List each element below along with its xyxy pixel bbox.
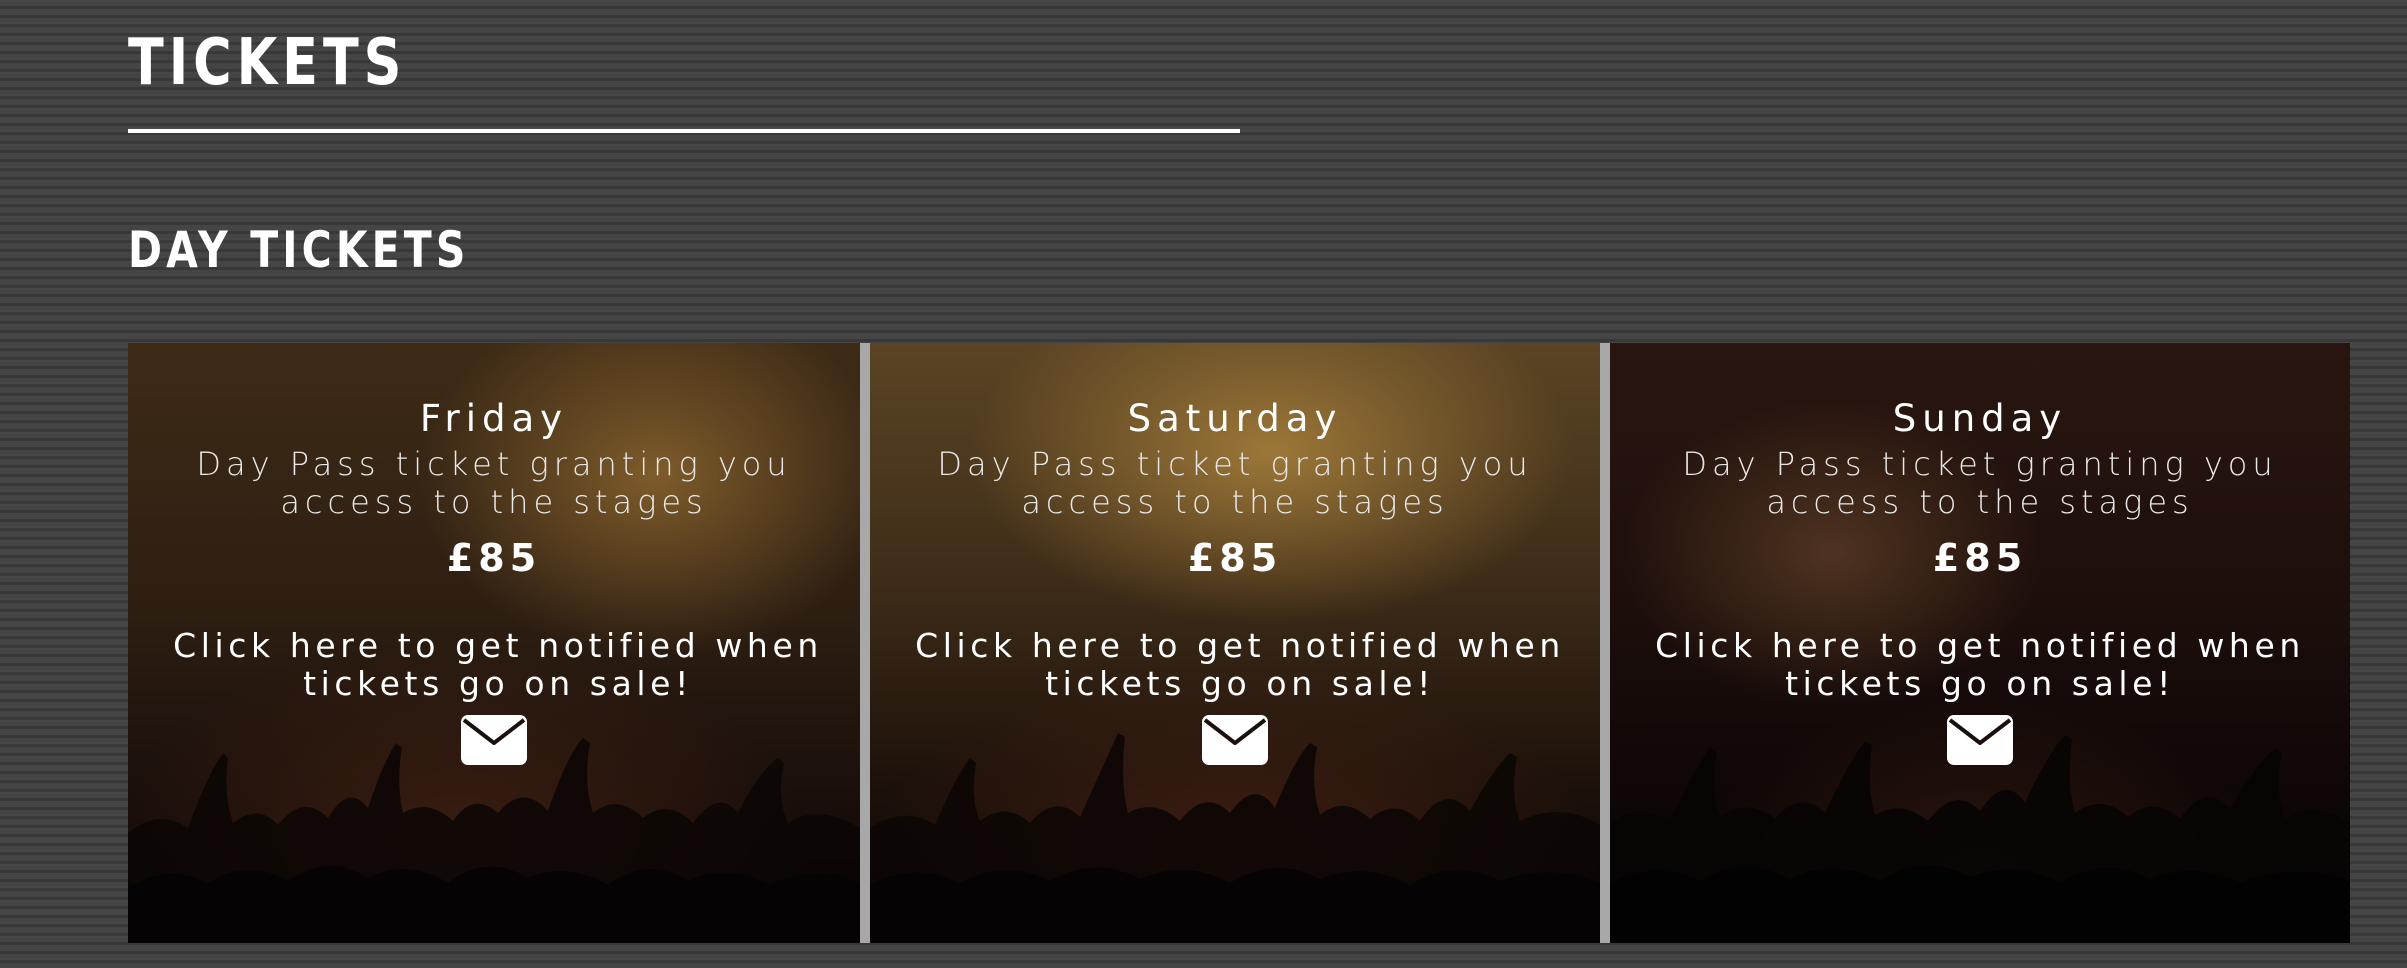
ticket-content: Friday Day Pass ticket granting you acce… bbox=[128, 395, 860, 769]
ticket-day-label: Friday bbox=[419, 397, 569, 440]
envelope-icon[interactable] bbox=[461, 715, 527, 765]
ticket-description: Day Pass ticket granting you access to t… bbox=[937, 445, 1533, 521]
title-divider bbox=[128, 129, 1240, 133]
notify-link[interactable]: Click here to get notified when tickets … bbox=[128, 627, 860, 703]
ticket-description: Day Pass ticket granting you access to t… bbox=[1682, 445, 2278, 521]
ticket-day-label: Sunday bbox=[1892, 397, 2068, 440]
ticket-price: £85 bbox=[446, 536, 542, 580]
notify-link[interactable]: Click here to get notified when tickets … bbox=[1610, 627, 2350, 703]
ticket-description: Day Pass ticket granting you access to t… bbox=[196, 445, 792, 521]
envelope-icon[interactable] bbox=[1947, 715, 2013, 765]
day-tickets-row: Friday Day Pass ticket granting you acce… bbox=[128, 343, 2350, 943]
ticket-card-friday: Friday Day Pass ticket granting you acce… bbox=[128, 343, 860, 943]
ticket-day-label: Saturday bbox=[1127, 397, 1343, 440]
section-title-day-tickets: DAY TICKETS bbox=[128, 221, 470, 279]
page-title: TICKETS bbox=[128, 26, 407, 100]
ticket-price: £85 bbox=[1187, 536, 1283, 580]
ticket-price: £85 bbox=[1932, 536, 2028, 580]
ticket-card-saturday: Saturday Day Pass ticket granting you ac… bbox=[870, 343, 1600, 943]
ticket-content: Saturday Day Pass ticket granting you ac… bbox=[870, 395, 1600, 769]
ticket-content: Sunday Day Pass ticket granting you acce… bbox=[1610, 395, 2350, 769]
ticket-card-sunday: Sunday Day Pass ticket granting you acce… bbox=[1610, 343, 2350, 943]
notify-link[interactable]: Click here to get notified when tickets … bbox=[870, 627, 1600, 703]
envelope-icon[interactable] bbox=[1202, 715, 1268, 765]
